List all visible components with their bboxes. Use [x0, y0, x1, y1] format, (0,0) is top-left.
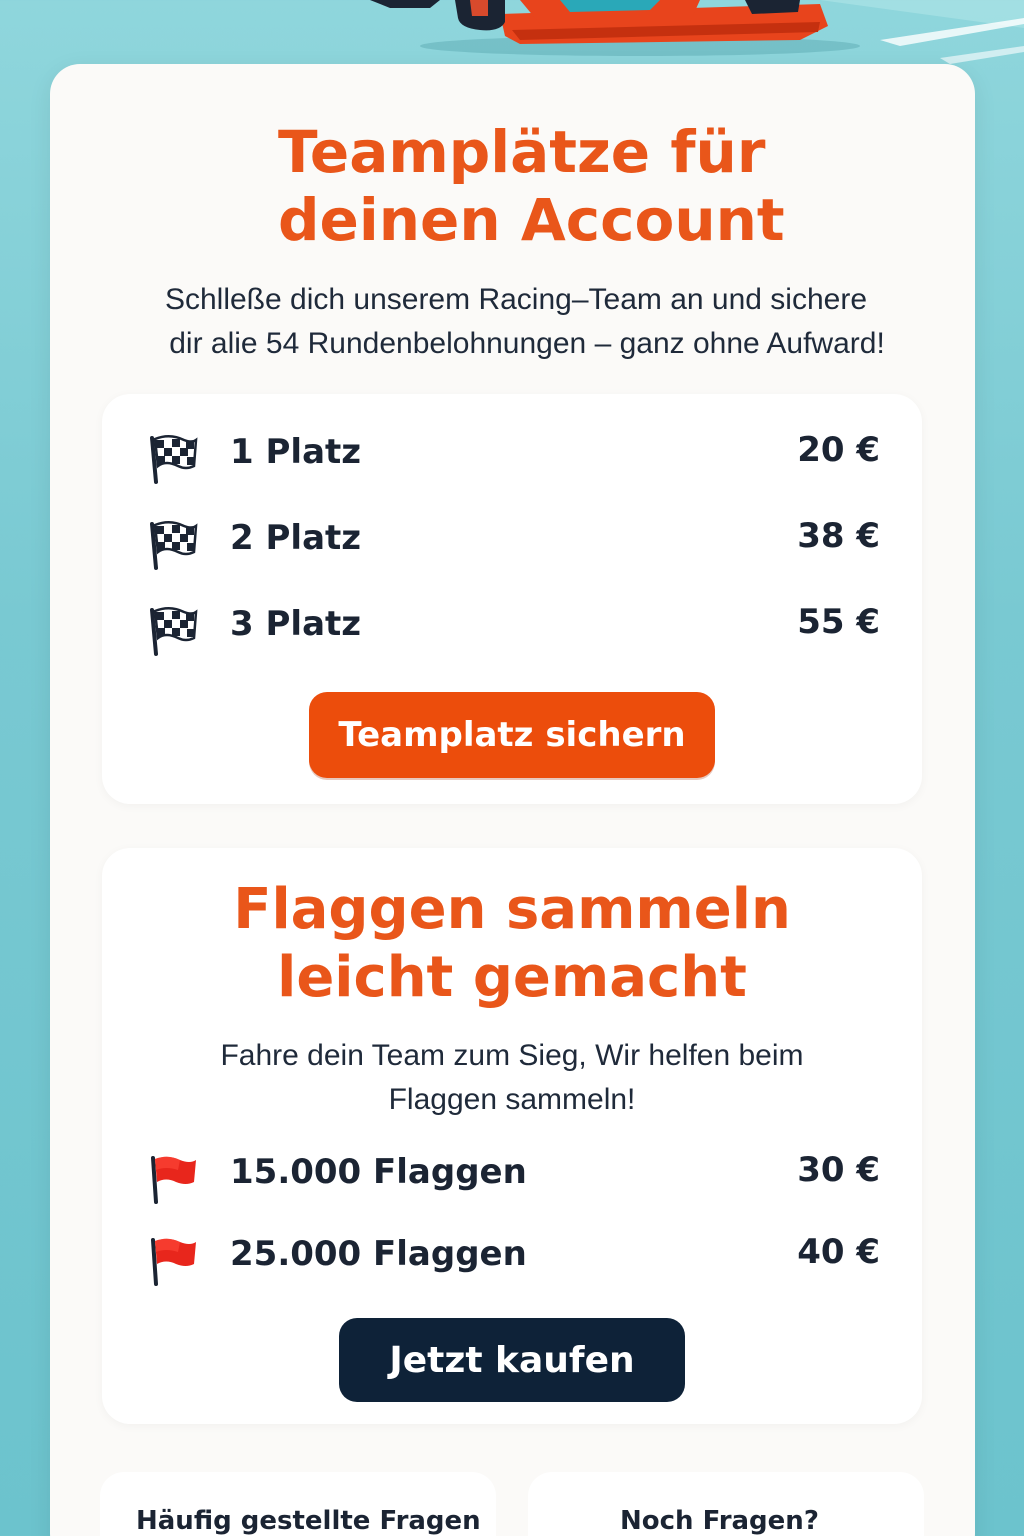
flags-intro-line2: Flaggen sammeln!: [388, 1083, 636, 1116]
checkered-flag-icon: [150, 435, 198, 484]
buy-now-button[interactable]: Jetzt kaufen: [339, 1318, 685, 1402]
team-section-intro: Schlleße dich unserem Racing–Team an und…: [96, 278, 936, 366]
team-title-line2: deinen Account: [278, 186, 785, 254]
faq-card[interactable]: Häufig gestellte Fragen: [100, 1472, 496, 1536]
team-title-line1: Teamplätze für: [278, 118, 766, 186]
team-places-card: 1 Platz 20 € 2 Platz 38 € 3 Platz 55 € T…: [102, 394, 922, 804]
faq-label: Häufig gestellte Fragen: [136, 1506, 481, 1536]
item-price: 30 €: [797, 1150, 880, 1190]
flags-title-line2: leicht gemacht: [277, 945, 747, 1010]
list-item[interactable]: 25.000 Flaggen 40 €: [102, 1226, 922, 1286]
contact-label: Noch Fragen?: [620, 1506, 819, 1536]
item-label: 2 Platz: [230, 518, 362, 558]
flags-section-intro: Fahre dein Team zum Sieg, Wir helfen bei…: [162, 1034, 862, 1122]
flags-card: Flaggen sammeln leicht gemacht Fahre dei…: [102, 848, 922, 1424]
item-label: 15.000 Flaggen: [230, 1152, 527, 1192]
flags-title-line1: Flaggen sammeln: [233, 877, 791, 942]
checkered-flag-icon: [150, 607, 198, 656]
list-item[interactable]: 15.000 Flaggen 30 €: [102, 1144, 922, 1204]
item-price: 38 €: [797, 516, 880, 556]
team-section-title: Teamplätze für deinen Account: [130, 118, 830, 254]
item-price: 20 €: [797, 430, 880, 470]
item-label: 25.000 Flaggen: [230, 1234, 527, 1274]
item-label: 3 Platz: [230, 604, 362, 644]
list-item[interactable]: 1 Platz 20 €: [102, 424, 922, 484]
item-label: 1 Platz: [230, 432, 362, 472]
red-flag-icon: [151, 1156, 196, 1204]
flags-intro-line1: Fahre dein Team zum Sieg, Wir helfen bei…: [220, 1039, 804, 1072]
contact-card[interactable]: Noch Fragen?: [528, 1472, 924, 1536]
checkered-flag-icon: [150, 521, 198, 570]
flags-section-title: Flaggen sammeln leicht gemacht: [102, 876, 922, 1012]
list-item[interactable]: 2 Platz 38 €: [102, 510, 922, 570]
team-intro-line1: Schlleße dich unserem Racing–Team an und…: [164, 283, 868, 316]
list-item[interactable]: 3 Platz 55 €: [102, 596, 922, 656]
item-price: 55 €: [797, 602, 880, 642]
team-intro-line2: dir alie 54 Rundenbelohnungen – ganz ohn…: [169, 327, 885, 360]
red-flag-icon: [151, 1238, 196, 1286]
item-price: 40 €: [797, 1232, 880, 1272]
secure-team-place-button[interactable]: Teamplatz sichern: [309, 692, 715, 778]
